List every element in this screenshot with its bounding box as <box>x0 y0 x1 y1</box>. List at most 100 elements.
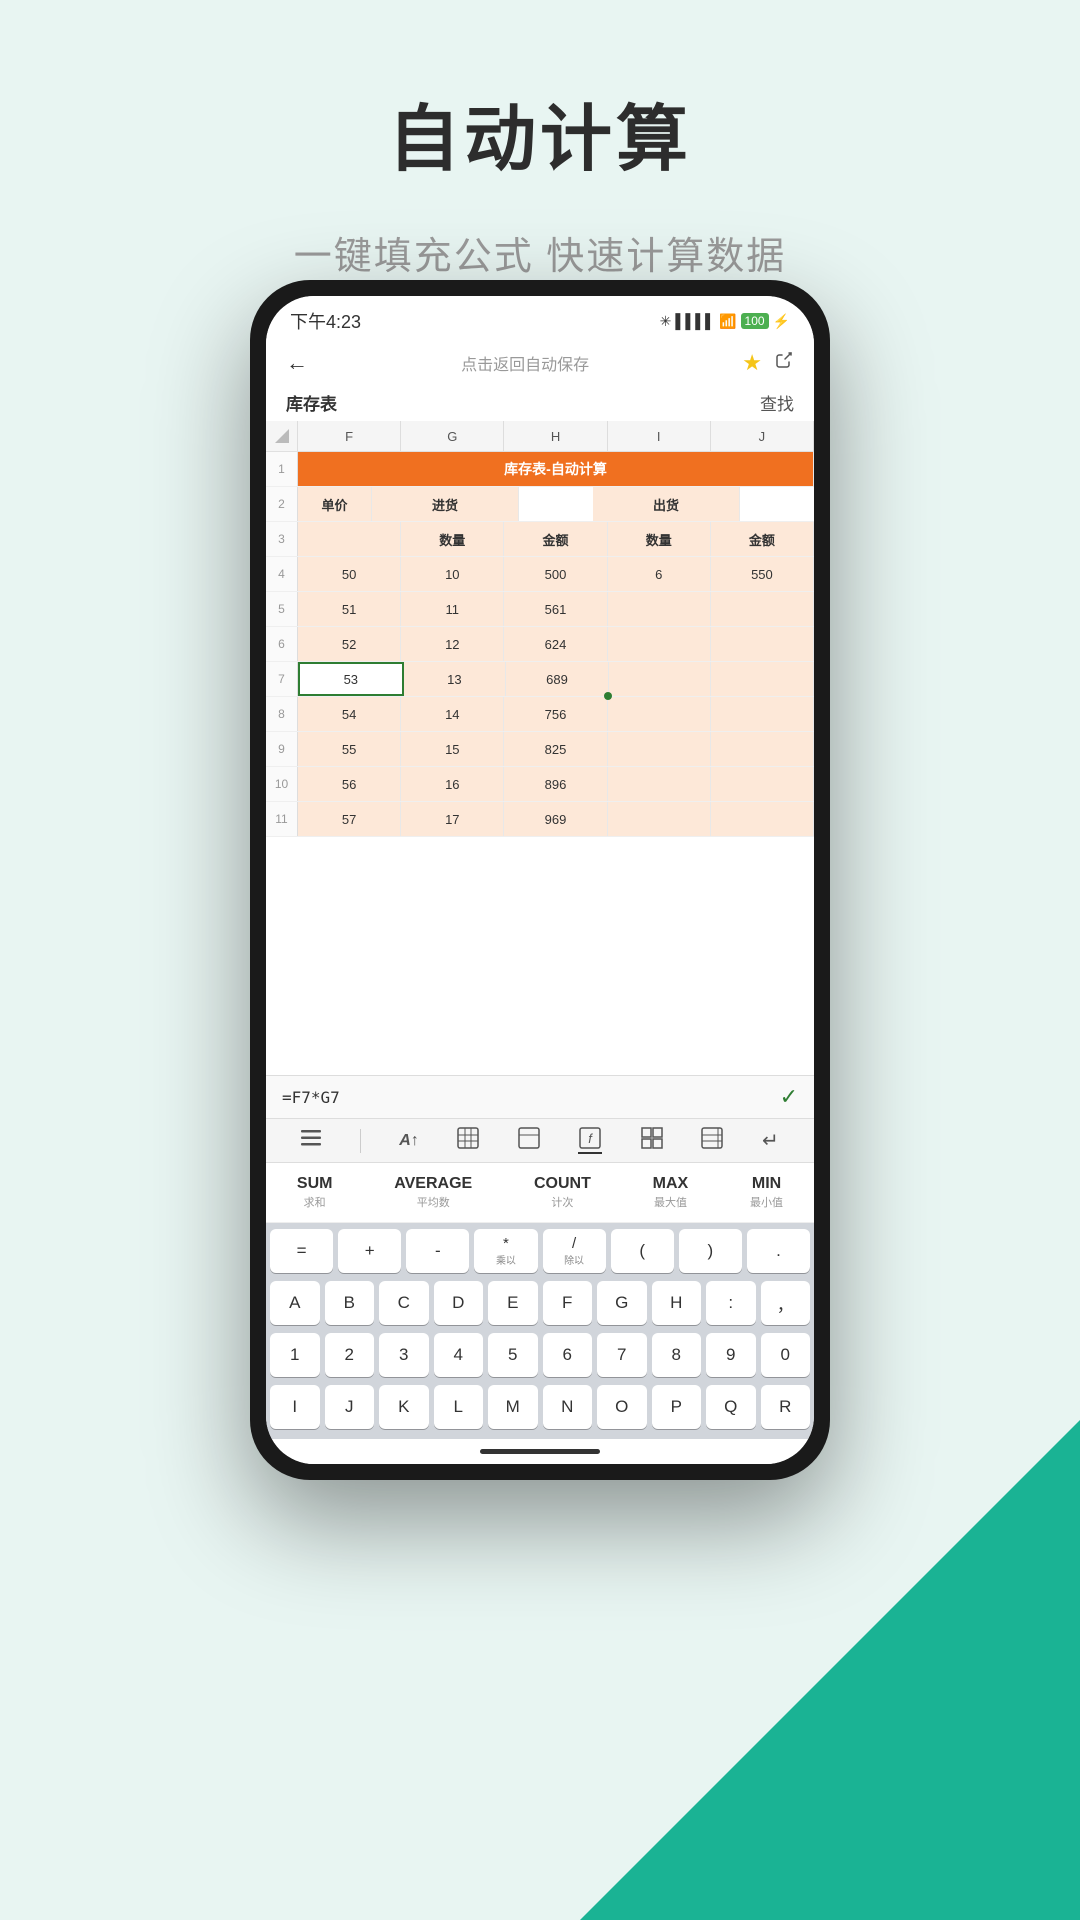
key-q[interactable]: Q <box>706 1385 756 1429</box>
cell-4j[interactable]: 550 <box>711 557 814 591</box>
key-k[interactable]: K <box>379 1385 429 1429</box>
key-multiply[interactable]: *乘以 <box>474 1229 537 1273</box>
key-1[interactable]: 1 <box>270 1333 320 1377</box>
toolbar-enter-icon[interactable]: ↵ <box>762 1128 779 1153</box>
key-i[interactable]: I <box>270 1385 320 1429</box>
cell-2g[interactable]: 进货 <box>372 487 519 521</box>
cell-8f[interactable]: 54 <box>298 697 401 731</box>
cell-5i[interactable] <box>608 592 711 626</box>
function-max[interactable]: MAX 最大值 <box>641 1171 701 1214</box>
cell-9f[interactable]: 55 <box>298 732 401 766</box>
key-lparen[interactable]: ( <box>611 1229 674 1273</box>
cell-10i[interactable] <box>608 767 711 801</box>
key-minus[interactable]: - <box>406 1229 469 1273</box>
toolbar-row-icon[interactable] <box>701 1127 723 1154</box>
key-r[interactable]: R <box>761 1385 811 1429</box>
col-header-h[interactable]: H <box>504 421 607 451</box>
col-header-g[interactable]: G <box>401 421 504 451</box>
col-header-f[interactable]: F <box>298 421 401 451</box>
cell-4g[interactable]: 10 <box>401 557 504 591</box>
cell-8i[interactable] <box>608 697 711 731</box>
key-f[interactable]: F <box>543 1281 593 1325</box>
key-d[interactable]: D <box>434 1281 484 1325</box>
cell-4h[interactable]: 500 <box>504 557 607 591</box>
cell-2i[interactable]: 出货 <box>593 487 740 521</box>
cell-7i[interactable] <box>609 662 712 696</box>
toolbar-table-icon[interactable] <box>457 1127 479 1154</box>
cell-5g[interactable]: 11 <box>401 592 504 626</box>
key-6[interactable]: 6 <box>543 1333 593 1377</box>
cell-6f[interactable]: 52 <box>298 627 401 661</box>
cell-11h[interactable]: 969 <box>504 802 607 836</box>
cell-5h[interactable]: 561 <box>504 592 607 626</box>
back-button[interactable]: ← <box>286 350 308 376</box>
cell-2f[interactable]: 单价 <box>298 487 372 521</box>
share-icon[interactable] <box>774 350 794 376</box>
function-sum[interactable]: SUM 求和 <box>285 1171 345 1214</box>
cell-title[interactable]: 库存表-自动计算 <box>298 452 814 486</box>
function-count[interactable]: COUNT 计次 <box>522 1171 603 1214</box>
key-9[interactable]: 9 <box>706 1333 756 1377</box>
key-divide[interactable]: /除以 <box>543 1229 606 1273</box>
cell-11i[interactable] <box>608 802 711 836</box>
cell-7g[interactable]: 13 <box>404 662 507 696</box>
function-average[interactable]: AVERAGE 平均数 <box>382 1171 484 1214</box>
key-3[interactable]: 3 <box>379 1333 429 1377</box>
key-h[interactable]: H <box>652 1281 702 1325</box>
cell-11f[interactable]: 57 <box>298 802 401 836</box>
key-2[interactable]: 2 <box>325 1333 375 1377</box>
cell-6g[interactable]: 12 <box>401 627 504 661</box>
key-5[interactable]: 5 <box>488 1333 538 1377</box>
key-c[interactable]: C <box>379 1281 429 1325</box>
cell-6i[interactable] <box>608 627 711 661</box>
cell-9g[interactable]: 15 <box>401 732 504 766</box>
cell-4f[interactable]: 50 <box>298 557 401 591</box>
cell-5f[interactable]: 51 <box>298 592 401 626</box>
find-button[interactable]: 查找 <box>760 390 794 415</box>
cell-4i[interactable]: 6 <box>608 557 711 591</box>
toolbar-merge-icon[interactable] <box>641 1127 663 1154</box>
key-o[interactable]: O <box>597 1385 647 1429</box>
key-7[interactable]: 7 <box>597 1333 647 1377</box>
key-b[interactable]: B <box>325 1281 375 1325</box>
key-dot[interactable]: . <box>747 1229 810 1273</box>
key-0[interactable]: 0 <box>761 1333 811 1377</box>
cell-7j[interactable] <box>711 662 814 696</box>
key-a[interactable]: A <box>270 1281 320 1325</box>
col-header-j[interactable]: J <box>711 421 814 451</box>
cell-7h[interactable]: 689 <box>506 662 609 696</box>
cell-6j[interactable] <box>711 627 814 661</box>
function-min[interactable]: MIN 最小值 <box>738 1171 795 1214</box>
toolbar-text-icon[interactable]: A↑ <box>399 1132 419 1150</box>
cell-5j[interactable] <box>711 592 814 626</box>
key-n[interactable]: N <box>543 1385 593 1429</box>
star-icon[interactable]: ★ <box>742 350 762 376</box>
cell-9j[interactable] <box>711 732 814 766</box>
cell-11j[interactable] <box>711 802 814 836</box>
cell-10f[interactable]: 56 <box>298 767 401 801</box>
formula-confirm-button[interactable]: ✓ <box>780 1084 798 1110</box>
key-8[interactable]: 8 <box>652 1333 702 1377</box>
key-plus[interactable]: + <box>338 1229 401 1273</box>
cell-8h[interactable]: 756 <box>504 697 607 731</box>
cell-11g[interactable]: 17 <box>401 802 504 836</box>
toolbar-cell-icon[interactable] <box>518 1127 540 1154</box>
toolbar-formula-icon[interactable]: f <box>578 1127 602 1154</box>
key-4[interactable]: 4 <box>434 1333 484 1377</box>
formula-text[interactable]: =F7*G7 <box>282 1088 340 1107</box>
key-j[interactable]: J <box>325 1385 375 1429</box>
key-equals[interactable]: = <box>270 1229 333 1273</box>
cell-8j[interactable] <box>711 697 814 731</box>
key-rparen[interactable]: ) <box>679 1229 742 1273</box>
key-comma[interactable]: ， <box>761 1281 811 1325</box>
cell-10j[interactable] <box>711 767 814 801</box>
cell-9i[interactable] <box>608 732 711 766</box>
col-header-i[interactable]: I <box>608 421 711 451</box>
cell-7f-selected[interactable]: 53 <box>298 662 404 696</box>
key-g[interactable]: G <box>597 1281 647 1325</box>
cell-8g[interactable]: 14 <box>401 697 504 731</box>
cell-10g[interactable]: 16 <box>401 767 504 801</box>
key-p[interactable]: P <box>652 1385 702 1429</box>
cell-6h[interactable]: 624 <box>504 627 607 661</box>
key-l[interactable]: L <box>434 1385 484 1429</box>
